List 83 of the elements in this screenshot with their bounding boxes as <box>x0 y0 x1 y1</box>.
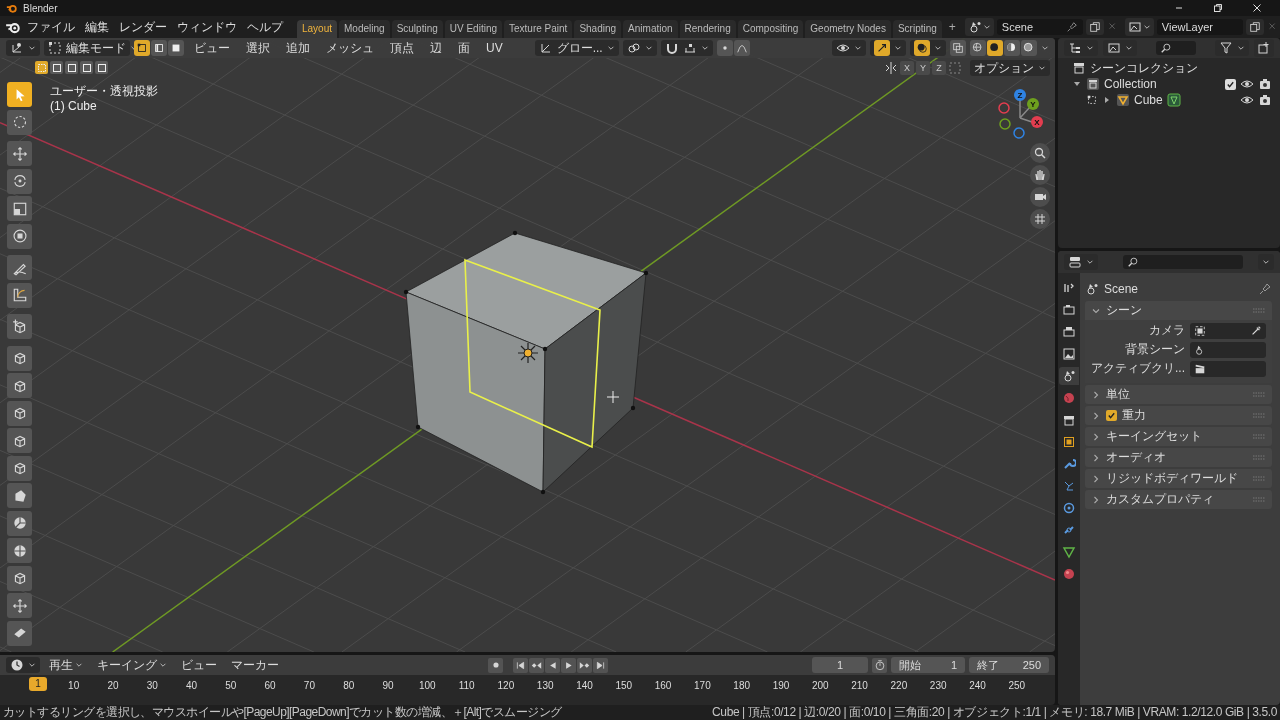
menu-item[interactable]: 再生 <box>44 656 88 674</box>
outliner-item[interactable]: シーンコレクション <box>1090 59 1198 77</box>
object-name: (1) Cube <box>50 99 97 113</box>
menu-item[interactable]: レンダー <box>115 16 171 38</box>
frame-number: 200 <box>810 680 830 691</box>
workspace-tab[interactable]: Scripting <box>892 20 942 38</box>
menu-item[interactable]: ファイル <box>23 16 79 38</box>
panel-title[interactable]: 単位 <box>1106 386 1130 403</box>
frame-number: 150 <box>614 680 634 691</box>
window-title: Blender <box>23 2 58 14</box>
panel-title[interactable]: 重力 <box>1122 407 1146 424</box>
menu-item[interactable]: 面 <box>452 39 476 57</box>
panel-title[interactable]: シーン <box>1106 302 1142 319</box>
orientation-dropdown[interactable]: グロー... <box>534 40 619 56</box>
field-label: カメラ <box>1148 322 1185 339</box>
context-title: Scene <box>1104 282 1139 296</box>
menu-item[interactable]: ウィンドウ <box>173 16 241 38</box>
frame-number: 220 <box>889 680 909 691</box>
frame-number: 230 <box>928 680 948 691</box>
frame-number: 130 <box>535 680 555 691</box>
menu-item[interactable]: UV <box>480 41 509 55</box>
field-label: 背景シーン <box>1124 341 1185 358</box>
frame-number: 210 <box>850 680 869 691</box>
menu-item[interactable]: メッシュ <box>320 39 380 57</box>
frame-number: 120 <box>496 680 516 691</box>
add-workspace-button[interactable]: + <box>943 20 961 38</box>
axis-label: X <box>1034 118 1040 127</box>
workspace-tab[interactable]: Compositing <box>737 20 804 38</box>
axis-toggle[interactable]: X <box>900 61 914 75</box>
outliner-item[interactable]: Cube <box>1134 93 1163 107</box>
scene-statistics: Cube | 頂点:0/12 | 辺:0/20 | 面:0/10 | 三角面:20 | オブジェクト:1/1 | メモリ: 18.7 MiB | VRAM: 1.2/12.0 GiB | 3.5.0 <box>712 704 1277 720</box>
workspace-tab[interactable]: UV Editing <box>444 20 502 38</box>
frame-number: 70 <box>302 680 316 691</box>
frame-number: 80 <box>342 680 356 691</box>
frame-number: 10 <box>67 680 81 691</box>
menu-item[interactable]: マーカー <box>226 656 284 674</box>
axis-toggle[interactable]: Z <box>932 61 946 75</box>
frame-number: 60 <box>263 680 277 691</box>
workspace-tab[interactable]: Shading <box>574 20 622 38</box>
menu-item[interactable]: ビュー <box>188 39 236 57</box>
workspace-tab[interactable]: Sculpting <box>391 20 443 38</box>
menu-item[interactable]: 編集 <box>81 16 113 38</box>
start-frame-field[interactable]: 開始 1 <box>891 657 965 673</box>
menu-item[interactable]: ビュー <box>176 656 222 674</box>
playhead[interactable]: 1 <box>29 677 47 691</box>
frame-number: 240 <box>968 680 987 691</box>
menu-item[interactable]: 追加 <box>280 39 316 57</box>
frame-number: 170 <box>693 680 712 691</box>
workspace-tab[interactable]: Geometry Nodes <box>805 20 891 38</box>
workspace-tab[interactable]: Modeling <box>339 20 390 38</box>
end-frame-field[interactable]: 終了 250 <box>969 657 1049 673</box>
frame-number: 30 <box>145 680 159 691</box>
workspace-tab[interactable]: Rendering <box>679 20 736 38</box>
workspace-tab[interactable]: Layout <box>297 20 338 38</box>
frame-number: 190 <box>771 680 791 691</box>
field-label: アクティブクリ... <box>1091 360 1185 377</box>
frame-number: 250 <box>1007 680 1027 691</box>
axis-toggle[interactable]: Y <box>916 61 930 75</box>
frame-number: 100 <box>417 680 437 691</box>
frame-number: 180 <box>732 680 752 691</box>
menu-item[interactable]: 頂点 <box>384 39 420 57</box>
workspace-tab[interactable]: Animation <box>623 20 678 38</box>
workspace-tab[interactable]: Texture Paint <box>504 20 573 38</box>
menu-item[interactable]: 辺 <box>424 39 448 57</box>
status-message: カットするリングを選択し、マウスホイールや[PageUp][PageDown]でカット数の増減、＋[Alt]でスムージング <box>3 704 562 720</box>
menu-item[interactable]: 選択 <box>240 39 276 57</box>
menu-item[interactable]: ヘルプ <box>243 16 287 38</box>
frame-number: 20 <box>106 680 120 691</box>
outliner-item[interactable]: Collection <box>1104 77 1157 91</box>
frame-number: 140 <box>575 680 594 691</box>
axis-label: Y <box>1030 100 1036 109</box>
scene-field[interactable]: Scene <box>996 19 1083 35</box>
current-frame-field[interactable]: 1 <box>812 657 868 673</box>
menu-item[interactable]: キーイング <box>92 656 172 674</box>
frame-number: 90 <box>381 680 395 691</box>
frame-number: 50 <box>224 680 238 691</box>
axis-label: Z <box>1017 91 1023 100</box>
frame-number: 160 <box>653 680 673 691</box>
view-name: ユーザー・透視投影 <box>50 83 158 100</box>
frame-number: 40 <box>184 680 199 691</box>
view-layer-field[interactable]: ViewLayer <box>1156 19 1243 35</box>
options-dropdown[interactable]: オプション <box>970 60 1050 76</box>
frame-number: 110 <box>457 680 476 691</box>
